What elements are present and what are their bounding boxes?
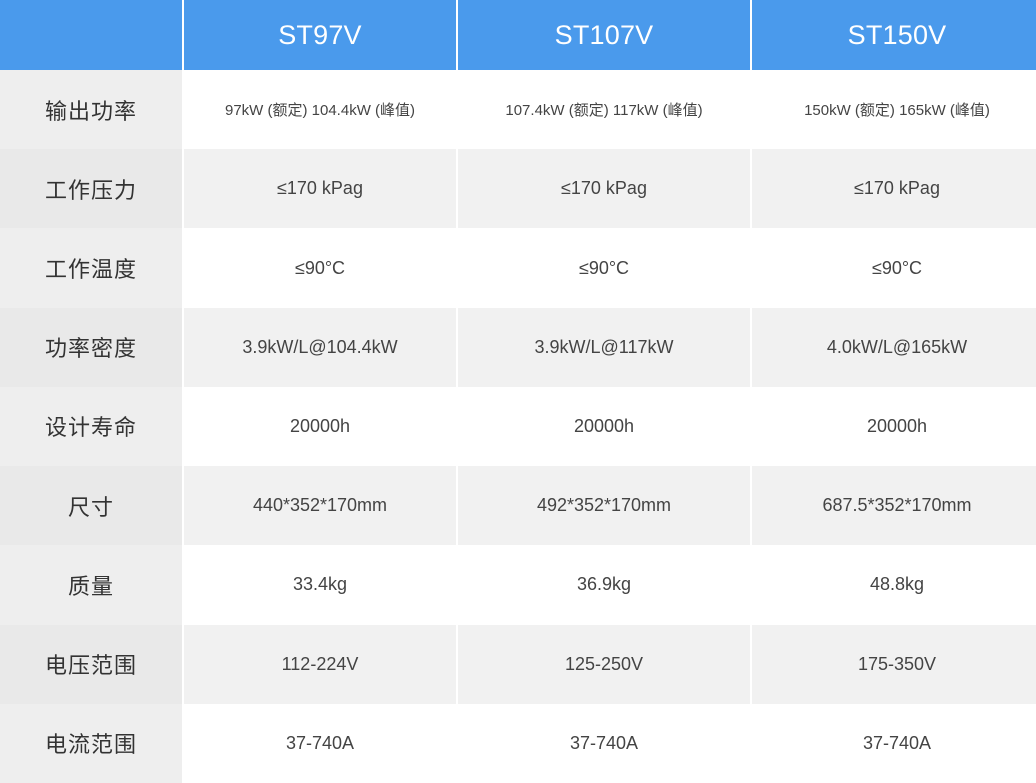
row-label-design-life: 设计寿命 bbox=[0, 386, 182, 467]
row-label-working-pressure: 工作压力 bbox=[0, 149, 182, 229]
table-cell: 20000h bbox=[458, 386, 750, 467]
table-cell: 3.9kW/L@117kW bbox=[458, 307, 750, 387]
row-label-dimensions: 尺寸 bbox=[0, 466, 182, 546]
table-cell: ≤90°C bbox=[752, 228, 1036, 308]
table-cell: ≤170 kPag bbox=[184, 149, 456, 229]
table-cell: 20000h bbox=[184, 386, 456, 467]
table-cell: 48.8kg bbox=[752, 545, 1036, 625]
table-cell: ≤90°C bbox=[184, 228, 456, 308]
table-cell: 492*352*170mm bbox=[458, 466, 750, 546]
table-cell: ≤170 kPag bbox=[458, 149, 750, 229]
header-model-st150v: ST150V bbox=[752, 0, 1036, 70]
table-cell: 33.4kg bbox=[184, 545, 456, 625]
table-cell: 37-740A bbox=[752, 703, 1036, 783]
table-cell: 150kW (额定) 165kW (峰值) bbox=[752, 70, 1036, 150]
table-cell: 440*352*170mm bbox=[184, 466, 456, 546]
row-label-mass: 质量 bbox=[0, 545, 182, 625]
table-cell: 107.4kW (额定) 117kW (峰值) bbox=[458, 70, 750, 150]
table-cell: 125-250V bbox=[458, 624, 750, 704]
table-cell: ≤170 kPag bbox=[752, 149, 1036, 229]
header-model-st97v: ST97V bbox=[184, 0, 456, 70]
spec-comparison-table: ST97V ST107V ST150V 输出功率 97kW (额定) 104.4… bbox=[0, 0, 1036, 783]
table-cell: ≤90°C bbox=[458, 228, 750, 308]
row-label-power-density: 功率密度 bbox=[0, 307, 182, 387]
table-cell: 20000h bbox=[752, 386, 1036, 467]
row-label-current-range: 电流范围 bbox=[0, 703, 182, 783]
row-label-working-temperature: 工作温度 bbox=[0, 228, 182, 308]
table-cell: 37-740A bbox=[458, 703, 750, 783]
header-corner bbox=[0, 0, 182, 70]
table-cell: 36.9kg bbox=[458, 545, 750, 625]
table-cell: 687.5*352*170mm bbox=[752, 466, 1036, 546]
table-cell: 175-350V bbox=[752, 624, 1036, 704]
row-label-output-power: 输出功率 bbox=[0, 70, 182, 150]
table-cell: 3.9kW/L@104.4kW bbox=[184, 307, 456, 387]
table-cell: 97kW (额定) 104.4kW (峰值) bbox=[184, 70, 456, 150]
table-cell: 112-224V bbox=[184, 624, 456, 704]
row-label-voltage-range: 电压范围 bbox=[0, 624, 182, 704]
header-model-st107v: ST107V bbox=[458, 0, 750, 70]
table-cell: 37-740A bbox=[184, 703, 456, 783]
table-cell: 4.0kW/L@165kW bbox=[752, 307, 1036, 387]
